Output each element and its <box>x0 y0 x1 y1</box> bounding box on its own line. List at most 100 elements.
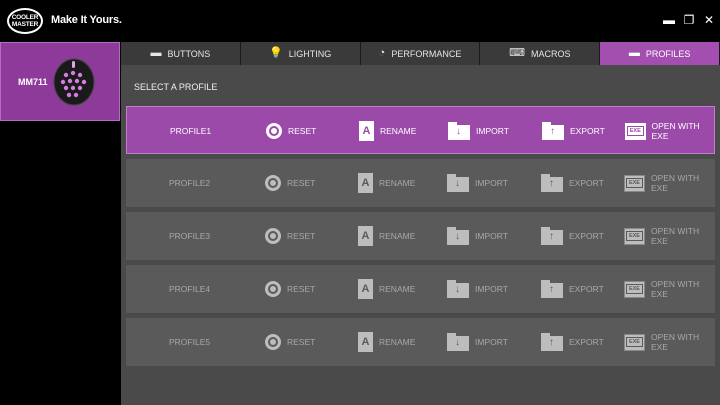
reset-button[interactable]: RESET <box>265 171 315 195</box>
tab-profiles[interactable]: ▬ PROFILES <box>600 42 720 65</box>
tab-label: LIGHTING <box>288 48 332 59</box>
tab-label: PERFORMANCE <box>391 48 462 59</box>
import-folder-icon: ↓ <box>448 122 470 140</box>
exe-icon: EXE <box>624 174 645 192</box>
profiles-icon: ▬ <box>628 47 640 59</box>
rename-button[interactable]: A RENAME <box>358 224 415 248</box>
gauge-icon: ◔ <box>378 47 386 59</box>
export-folder-icon: ↑ <box>542 122 564 140</box>
cooler-master-logo: COOLER MASTER <box>7 8 43 34</box>
export-button[interactable]: ↑ EXPORT <box>542 119 605 143</box>
profile-name: PROFILE1 <box>170 126 212 136</box>
logo-line1: COOLER <box>11 14 39 21</box>
import-folder-icon: ↓ <box>447 333 469 351</box>
import-button[interactable]: ↓ IMPORT <box>447 277 508 301</box>
reset-label: RESET <box>287 231 316 241</box>
reset-button[interactable]: RESET <box>265 330 315 354</box>
export-label: EXPORT <box>569 284 604 294</box>
maximize-icon[interactable]: ❐ <box>683 14 695 26</box>
open-with-exe-button[interactable]: EXE OPEN WITH EXE <box>624 171 715 195</box>
exe-icon: EXE <box>624 333 645 351</box>
reset-label: RESET <box>287 337 316 347</box>
export-folder-icon: ↑ <box>541 333 563 351</box>
logo-line2: MASTER <box>11 21 39 28</box>
reset-button[interactable]: RESET <box>266 119 316 143</box>
rename-label: RENAME <box>379 337 416 347</box>
reset-icon <box>265 281 281 297</box>
rename-icon: A <box>358 332 373 352</box>
tab-bar: ▬ BUTTONS 💡 LIGHTING ◔ PERFORMANCE ⌨ MAC… <box>121 42 720 65</box>
open-with-exe-label: OPEN WITH EXE <box>650 279 700 299</box>
import-label: IMPORT <box>475 178 508 188</box>
import-label: IMPORT <box>475 284 508 294</box>
exe-icon: EXE <box>624 227 645 245</box>
tab-label: PROFILES <box>645 48 691 59</box>
profile-name: PROFILE5 <box>169 337 211 347</box>
tab-buttons[interactable]: ▬ BUTTONS <box>121 42 241 65</box>
exe-icon: EXE <box>624 280 645 298</box>
reset-icon <box>265 228 281 244</box>
rename-label: RENAME <box>379 284 416 294</box>
macro-icon: ⌨ <box>509 47 525 59</box>
reset-label: RESET <box>287 178 316 188</box>
import-button[interactable]: ↓ IMPORT <box>447 330 508 354</box>
open-with-exe-label: OPEN WITH EXE <box>650 226 700 246</box>
rename-button[interactable]: A RENAME <box>359 119 416 143</box>
open-with-exe-button[interactable]: EXE OPEN WITH EXE <box>625 119 714 143</box>
section-label: SELECT A PROFILE <box>134 82 218 92</box>
open-with-exe-label: OPEN WITH EXE <box>650 332 700 352</box>
profile-name: PROFILE3 <box>169 231 211 241</box>
reset-button[interactable]: RESET <box>265 277 315 301</box>
device-panel-mm711[interactable]: MM711 <box>0 42 120 121</box>
import-label: IMPORT <box>475 337 508 347</box>
export-folder-icon: ↑ <box>541 280 563 298</box>
tab-macros[interactable]: ⌨ MACROS <box>480 42 601 65</box>
profile-row-3[interactable]: PROFILE3 RESET A RENAME ↓ IMPORT ↑ EXPOR… <box>126 212 715 260</box>
rename-icon: A <box>359 121 374 141</box>
export-label: EXPORT <box>569 231 604 241</box>
export-label: EXPORT <box>570 126 605 136</box>
tab-performance[interactable]: ◔ PERFORMANCE <box>360 42 481 65</box>
rename-label: RENAME <box>380 126 417 136</box>
exe-icon: EXE <box>625 122 646 140</box>
open-with-exe-button[interactable]: EXE OPEN WITH EXE <box>624 277 715 301</box>
reset-label: RESET <box>287 284 316 294</box>
import-button[interactable]: ↓ IMPORT <box>448 119 509 143</box>
profile-row-5[interactable]: PROFILE5 RESET A RENAME ↓ IMPORT ↑ EXPOR… <box>126 318 715 366</box>
device-name: MM711 <box>18 77 48 87</box>
reset-icon <box>265 175 281 191</box>
export-folder-icon: ↑ <box>541 174 563 192</box>
reset-button[interactable]: RESET <box>265 224 315 248</box>
profile-row-4[interactable]: PROFILE4 RESET A RENAME ↓ IMPORT ↑ EXPOR… <box>126 265 715 313</box>
rename-button[interactable]: A RENAME <box>358 277 415 301</box>
tab-lighting[interactable]: 💡 LIGHTING <box>240 42 361 65</box>
export-button[interactable]: ↑ EXPORT <box>541 330 604 354</box>
open-with-exe-button[interactable]: EXE OPEN WITH EXE <box>624 224 715 248</box>
import-folder-icon: ↓ <box>447 227 469 245</box>
minimize-icon[interactable]: ▬ <box>663 14 675 26</box>
rename-label: RENAME <box>379 178 416 188</box>
export-label: EXPORT <box>569 178 604 188</box>
profiles-panel: SELECT A PROFILE PROFILE1 RESET A RENAME… <box>121 65 720 405</box>
close-icon[interactable]: ✕ <box>703 14 715 26</box>
profile-row-1[interactable]: PROFILE1 RESET A RENAME ↓ IMPORT ↑ EXPOR… <box>126 106 715 154</box>
export-button[interactable]: ↑ EXPORT <box>541 171 604 195</box>
reset-icon <box>266 123 282 139</box>
profile-name: PROFILE4 <box>169 284 211 294</box>
rename-button[interactable]: A RENAME <box>358 171 415 195</box>
profile-row-2[interactable]: PROFILE2 RESET A RENAME ↓ IMPORT ↑ EXPOR… <box>126 159 715 207</box>
export-button[interactable]: ↑ EXPORT <box>541 224 604 248</box>
mouse-icon <box>53 58 95 106</box>
import-button[interactable]: ↓ IMPORT <box>447 171 508 195</box>
import-folder-icon: ↓ <box>447 280 469 298</box>
rename-button[interactable]: A RENAME <box>358 330 415 354</box>
import-button[interactable]: ↓ IMPORT <box>447 224 508 248</box>
open-with-exe-button[interactable]: EXE OPEN WITH EXE <box>624 330 715 354</box>
rename-icon: A <box>358 226 373 246</box>
reset-icon <box>265 334 281 350</box>
export-button[interactable]: ↑ EXPORT <box>541 277 604 301</box>
tab-label: MACROS <box>530 48 571 59</box>
light-bulb-icon: 💡 <box>269 47 283 59</box>
export-label: EXPORT <box>569 337 604 347</box>
reset-label: RESET <box>288 126 317 136</box>
